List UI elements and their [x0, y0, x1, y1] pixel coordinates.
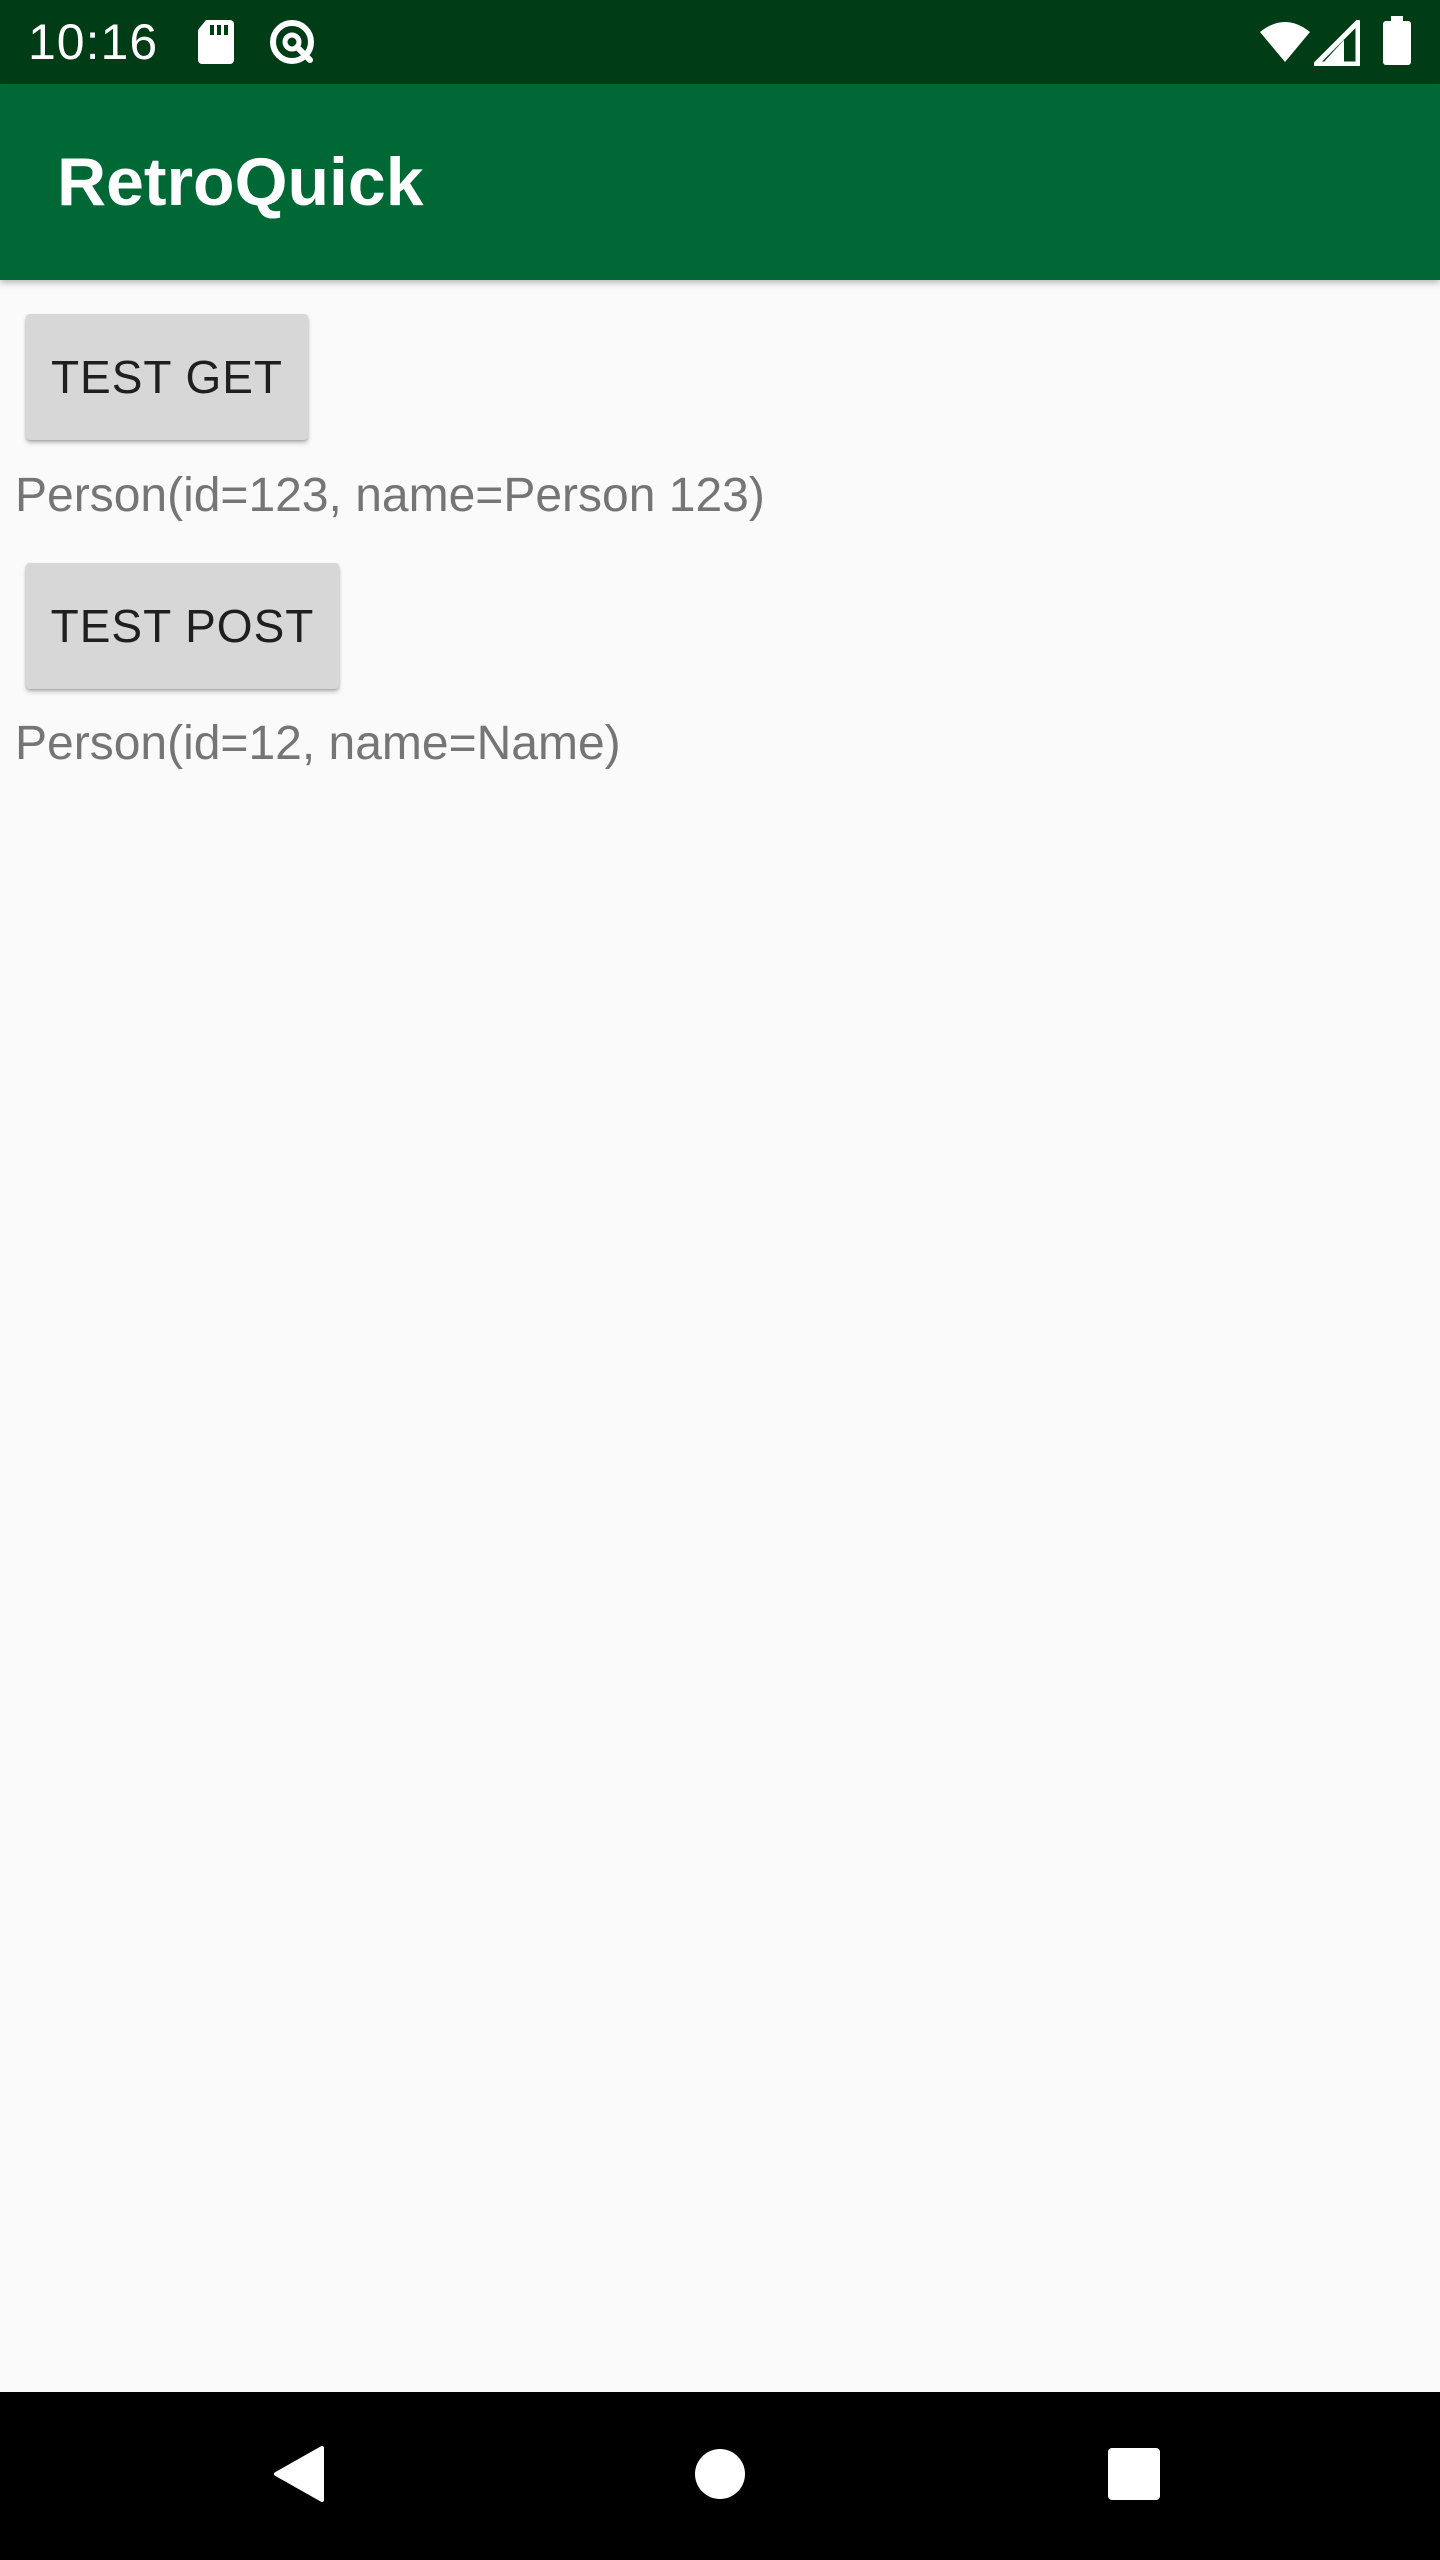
app-title: RetroQuick	[57, 144, 424, 220]
battery-icon	[1382, 16, 1412, 65]
recents-icon	[1107, 2447, 1161, 2506]
status-time: 10:16	[28, 14, 159, 70]
data-saver-icon	[266, 16, 318, 64]
test-get-button[interactable]: TEST GET	[26, 314, 308, 440]
app-bar: RetroQuick	[0, 84, 1440, 280]
navigation-bar	[0, 2392, 1440, 2560]
home-icon	[693, 2447, 747, 2506]
wifi-icon	[1258, 20, 1312, 68]
get-result-text: Person(id=123, name=Person 123)	[15, 469, 765, 522]
back-button[interactable]	[250, 2426, 350, 2526]
test-post-button[interactable]: TEST POST	[26, 563, 339, 689]
status-bar: 10:16	[0, 0, 1440, 84]
home-button[interactable]	[670, 2426, 770, 2526]
back-icon	[270, 2444, 330, 2509]
recents-button[interactable]	[1084, 2426, 1184, 2526]
post-result-text: Person(id=12, name=Name)	[15, 717, 621, 770]
sd-card-icon	[196, 18, 236, 66]
signal-icon	[1314, 20, 1360, 68]
app-screen: 10:16 RetroQuick TEST GET Person(id=123,…	[0, 0, 1440, 2560]
